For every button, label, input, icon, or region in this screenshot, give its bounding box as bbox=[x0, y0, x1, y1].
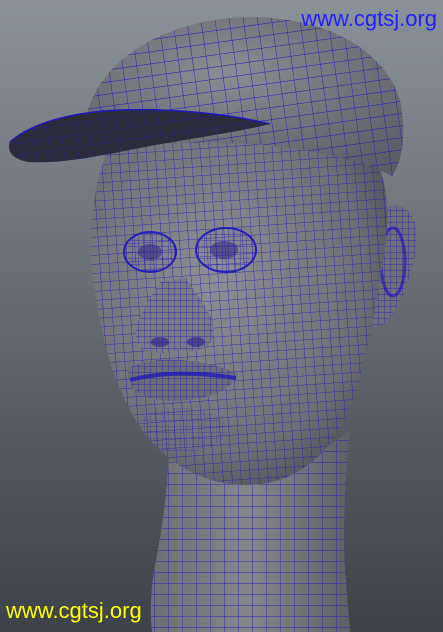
watermark-top: www.cgtsj.org bbox=[301, 6, 437, 31]
watermark-bottom: www.cgtsj.org bbox=[6, 598, 142, 623]
3d-viewport[interactable]: www.cgtsj.org www.cgtsj.org bbox=[0, 0, 443, 632]
wireframe-head-model[interactable] bbox=[0, 0, 443, 632]
